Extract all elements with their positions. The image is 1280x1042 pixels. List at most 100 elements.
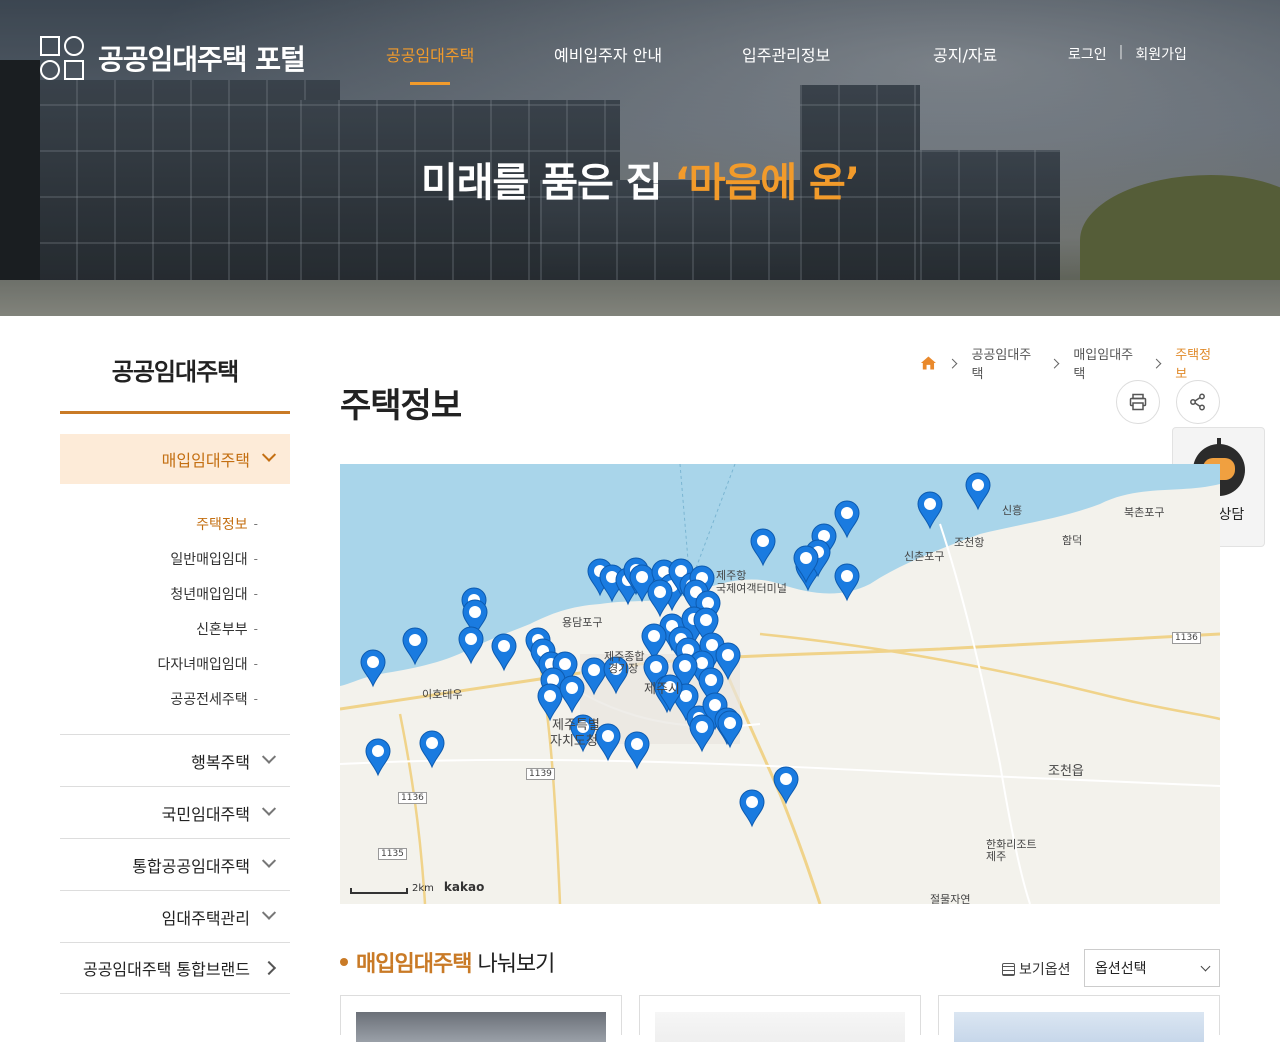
map-marker-icon[interactable] [491,633,517,672]
road-number: 1136 [398,792,427,804]
map-marker-icon[interactable] [689,714,715,753]
road-number: 1135 [378,848,407,860]
chevron-right-icon [1151,358,1161,368]
chevron-down-icon [261,801,277,816]
map-label: 북촌포구 [1124,506,1165,519]
side-nav-item-integrated-brand[interactable]: 공공임대주택 통합브랜드 [60,942,290,994]
signup-link[interactable]: 회원가입 [1135,44,1187,64]
print-button[interactable] [1116,380,1160,424]
road-number: 1136 [1172,632,1201,644]
chevron-down-icon [261,749,277,764]
share-icon [1190,393,1205,411]
road-number: 1139 [526,768,555,780]
side-nav-item-label: 공공임대주택 통합브랜드 [82,960,250,979]
map-label: 제주 [986,850,1007,863]
map-label: 신촌포구 [904,550,945,563]
chevron-down-icon [1200,961,1211,971]
side-nav-item-purchase-rental[interactable]: 매입임대주택 [60,434,290,484]
breadcrumb: 공공임대주택 매입임대주택 주택정보 [920,344,1220,382]
dash-icon: - [253,516,258,531]
breadcrumb-current: 주택정보 [1175,348,1212,382]
subnav-label: 다자녀매입임대 [157,656,248,673]
side-nav-item-label: 국민임대주택 [161,804,250,824]
housing-card[interactable] [340,995,622,1042]
housing-card-image [356,1012,606,1042]
gnb-item-notice[interactable]: 공지/자료 [933,42,997,66]
subnav-label: 청년매입임대 [170,586,248,603]
subnav-item-newlywed[interactable]: 신혼부부 - [60,611,290,646]
subnav-item-general[interactable]: 일반매입임대 - [60,541,290,576]
subnav-item-youth[interactable]: 청년매입임대 - [60,576,290,611]
housing-card[interactable] [639,995,921,1042]
map-marker-icon[interactable] [647,579,673,618]
dash-icon: - [253,551,258,566]
scale-label: 2km [412,883,434,894]
map-label: 제주시 [644,682,680,697]
section-title: 매입임대주택 나눠보기 [340,946,555,978]
map-label: 경기장 [608,662,639,675]
chevron-right-icon [261,960,277,976]
side-nav-item-integrated-rental[interactable]: 통합공공임대주택 [60,838,290,890]
housing-card[interactable] [938,995,1220,1042]
util-separator: | [1118,44,1124,60]
section-title-accent: 매입임대주택 [356,952,472,977]
util-links: 로그인 | 회원가입 [1068,44,1187,64]
share-button[interactable] [1176,380,1220,424]
subnav-label: 주택정보 [196,516,248,533]
housing-map[interactable]: 제주항 국제여객터미널 용담포구 제주종합 경기장 신촌포구 조천항 신흥 함덕… [340,464,1220,904]
breadcrumb-item[interactable]: 공공임대주택 [971,344,1038,382]
map-marker-icon[interactable] [365,738,391,777]
section-title-rest: 나눠보기 [477,952,555,977]
chevron-down-icon [261,905,277,920]
hero-title: 미래를 품은 집 ‘마음에 온’ [0,150,1280,208]
map-label: 자치도청 [550,734,598,749]
subnav-label: 신혼부부 [196,621,248,638]
view-option-label: 보기옵션 [1019,962,1071,978]
hero-title-main: 미래를 품은 집 [420,160,675,206]
gnb-item-residence-info[interactable]: 입주관리정보 [742,42,830,66]
select-value: 옵션선택 [1095,961,1147,977]
side-nav: 공공임대주택 매입임대주택 주택정보 - 일반매입임대 - 청년매입임대 - 신혼부부… [60,316,290,994]
subnav-label: 일반매입임대 [170,551,248,568]
scale-bar [350,888,408,894]
view-option-select[interactable]: 옵션선택 [1084,949,1220,987]
side-nav-item-rental-management[interactable]: 임대주택관리 [60,890,290,942]
dash-icon: - [253,586,258,601]
subnav-item-multichild[interactable]: 다자녀매입임대 - [60,646,290,681]
side-nav-item-label: 행복주택 [191,752,250,772]
map-label: 신흥 [1002,504,1023,517]
map-marker-icon[interactable] [739,789,765,828]
map-label: 용담포구 [562,616,603,629]
side-subnav: 주택정보 - 일반매입임대 - 청년매입임대 - 신혼부부 - 다자녀매입임대 - 공공전… [60,506,290,734]
subnav-item-housing-info[interactable]: 주택정보 - [60,506,290,541]
print-icon [1129,393,1147,411]
map-label: 함덕 [1062,534,1083,547]
side-nav-item-national-rental[interactable]: 국민임대주택 [60,786,290,838]
login-link[interactable]: 로그인 [1068,44,1107,64]
subnav-label: 공공전세주택 [170,691,248,708]
housing-card-image [954,1012,1204,1042]
gnb-item-waitlist-guide[interactable]: 예비입주자 안내 [554,42,662,66]
map-scale: 2km kakao [350,880,484,894]
home-icon[interactable] [920,355,937,371]
map-marker-icon[interactable] [360,649,386,688]
gnb-item-public-rental[interactable]: 공공임대주택 [386,42,474,66]
chevron-right-icon [1049,358,1059,368]
map-marker-icon[interactable] [773,766,799,805]
breadcrumb-item[interactable]: 매입임대주택 [1073,344,1140,382]
map-marker-icon[interactable] [458,626,484,665]
dash-icon: - [253,691,258,706]
map-marker-icon[interactable] [834,563,860,602]
bullet-icon [340,958,348,966]
subnav-item-public-jeonse[interactable]: 공공전세주택 - [60,681,290,716]
side-nav-item-label: 통합공공임대주택 [132,856,250,876]
dash-icon: - [253,621,258,636]
side-nav-item-happy-housing[interactable]: 행복주택 [60,734,290,786]
map-canvas [340,464,1220,904]
chevron-down-icon [261,447,277,462]
chevron-down-icon [261,853,277,868]
map-label: 조천항 [954,536,985,549]
hero-banner: 공공임대주택 포털 공공임대주택 예비입주자 안내 입주관리정보 공지/자료 로… [0,0,1280,316]
list-icon [1002,962,1015,976]
gnb-active-indicator [410,82,450,85]
